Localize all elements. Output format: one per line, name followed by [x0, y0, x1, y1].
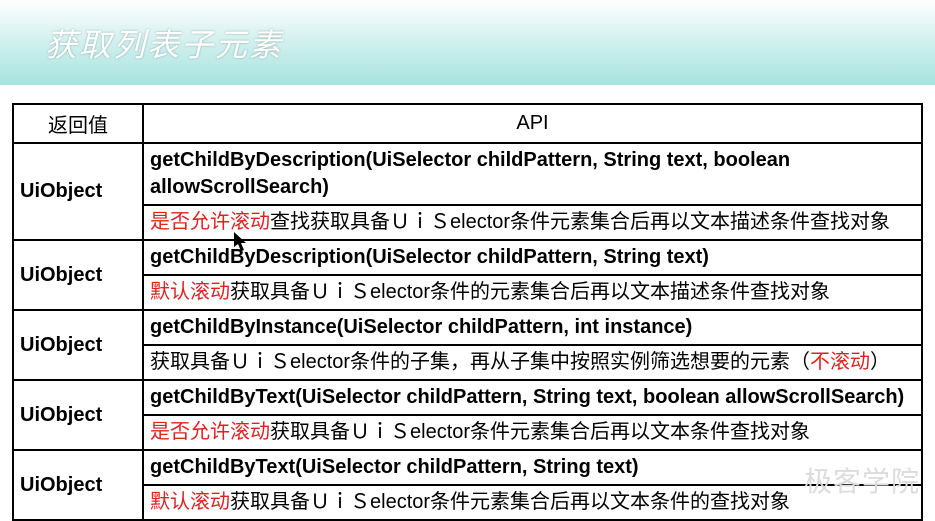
api-signature: getChildByDescription(UiSelector childPa…: [144, 241, 921, 276]
return-type-cell: UiObject: [13, 143, 143, 240]
return-type-cell: UiObject: [13, 310, 143, 380]
table-row: UiObjectgetChildByText(UiSelector childP…: [13, 380, 922, 450]
api-cell: getChildByInstance(UiSelector childPatte…: [143, 310, 922, 380]
description-text: 获取具备ＵｉＳelector条件元素集合后再以文本条件的查找对象: [230, 491, 790, 513]
api-cell: getChildByDescription(UiSelector childPa…: [143, 240, 922, 310]
highlight-text: 是否允许滚动: [150, 421, 270, 443]
api-description: 默认滚动获取具备ＵｉＳelector条件的元素集合后再以文本描述条件查找对象: [144, 276, 921, 309]
highlight-text: 默认滚动: [150, 491, 230, 513]
highlight-text: 是否允许滚动: [150, 211, 270, 233]
description-text: ）: [870, 351, 890, 373]
api-signature: getChildByText(UiSelector childPattern, …: [144, 451, 921, 486]
api-description: 默认滚动获取具备ＵｉＳelector条件元素集合后再以文本条件的查找对象: [144, 486, 921, 519]
api-table: 返回值 API UiObjectgetChildByDescription(Ui…: [12, 103, 923, 521]
table-row: UiObjectgetChildByDescription(UiSelector…: [13, 143, 922, 240]
return-type-cell: UiObject: [13, 240, 143, 310]
slide-header: 获取列表子元素: [0, 0, 935, 85]
api-cell: getChildByText(UiSelector childPattern, …: [143, 380, 922, 450]
header-return: 返回值: [13, 104, 143, 143]
api-signature: getChildByInstance(UiSelector childPatte…: [144, 311, 921, 346]
api-description: 是否允许滚动获取具备ＵｉＳelector条件元素集合后再以文本条件查找对象: [144, 416, 921, 449]
api-cell: getChildByText(UiSelector childPattern, …: [143, 450, 922, 520]
api-table-wrap: 返回值 API UiObjectgetChildByDescription(Ui…: [0, 85, 935, 521]
description-text: 获取具备ＵｉＳelector条件的子集，再从子集中按照实例筛选想要的元素（: [150, 351, 810, 373]
description-text: 查找获取具备ＵｉＳelector条件元素集合后再以文本描述条件查找对象: [270, 211, 890, 233]
description-text: 获取具备ＵｉＳelector条件的元素集合后再以文本描述条件查找对象: [230, 281, 830, 303]
highlight-text: 不滚动: [810, 351, 870, 373]
description-text: 获取具备ＵｉＳelector条件元素集合后再以文本条件查找对象: [270, 421, 810, 443]
api-description: 获取具备ＵｉＳelector条件的子集，再从子集中按照实例筛选想要的元素（不滚动…: [144, 346, 921, 379]
table-row: UiObjectgetChildByInstance(UiSelector ch…: [13, 310, 922, 380]
slide-title: 获取列表子元素: [45, 20, 283, 66]
api-signature: getChildByDescription(UiSelector childPa…: [144, 144, 921, 206]
api-signature: getChildByText(UiSelector childPattern, …: [144, 381, 921, 416]
return-type-cell: UiObject: [13, 450, 143, 520]
header-api: API: [143, 104, 922, 143]
api-description: 是否允许滚动查找获取具备ＵｉＳelector条件元素集合后再以文本描述条件查找对…: [144, 206, 921, 239]
table-row: UiObjectgetChildByDescription(UiSelector…: [13, 240, 922, 310]
api-cell: getChildByDescription(UiSelector childPa…: [143, 143, 922, 240]
table-row: UiObjectgetChildByText(UiSelector childP…: [13, 450, 922, 520]
highlight-text: 默认滚动: [150, 281, 230, 303]
return-type-cell: UiObject: [13, 380, 143, 450]
